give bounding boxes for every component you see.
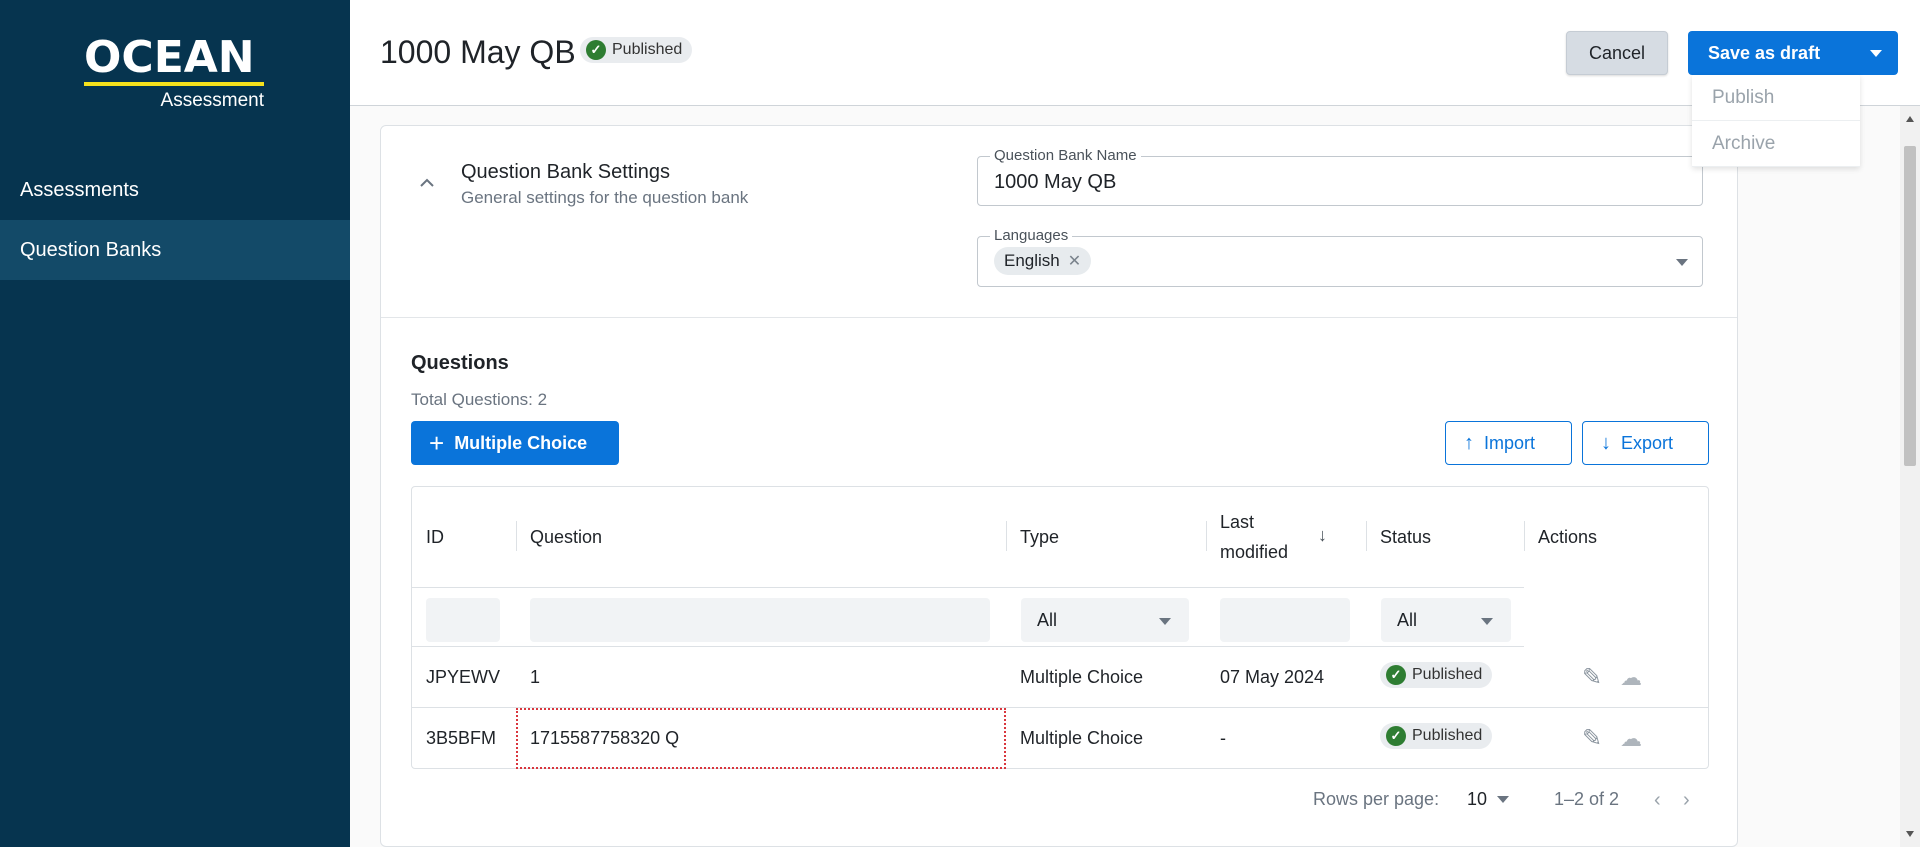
logo-subtitle: Assessment xyxy=(160,90,264,111)
save-as-draft-label: Save as draft xyxy=(1708,42,1821,63)
language-chip: English ✕ xyxy=(994,247,1092,275)
field-label: Languages xyxy=(990,227,1073,244)
status-filter-select[interactable]: All xyxy=(1381,598,1511,642)
sidebar-item-question-banks[interactable]: Question Banks xyxy=(0,220,350,280)
questions-total: Total Questions: 2 xyxy=(411,390,548,409)
cancel-button[interactable]: Cancel xyxy=(1566,31,1668,75)
save-options-menu: Publish Archive xyxy=(1692,75,1860,167)
export-label: Export xyxy=(1621,432,1674,453)
status-badge: ✓ Published xyxy=(580,37,693,63)
chevron-up-icon[interactable] xyxy=(419,172,435,193)
id-filter-input[interactable] xyxy=(426,598,500,642)
logo-brand: OCEAN xyxy=(84,32,255,83)
rows-per-page-label: Rows per page: xyxy=(1313,789,1440,809)
caret-down-icon xyxy=(1870,49,1882,57)
cell-type: Multiple Choice xyxy=(1020,728,1144,748)
filter-row: All All xyxy=(412,587,1524,647)
cell-id: 3B5BFM xyxy=(426,728,497,748)
cell-question[interactable]: 1715587758320 Q xyxy=(516,708,1006,769)
scroll-down-arrow-icon[interactable] xyxy=(1906,831,1914,837)
add-multiple-choice-button[interactable]: + Multiple Choice xyxy=(411,421,619,465)
cloud-upload-icon[interactable]: ☁ xyxy=(1620,726,1642,752)
scroll-thumb[interactable] xyxy=(1904,146,1916,466)
status-filter-value: All xyxy=(1397,609,1418,630)
rows-per-page-select[interactable]: 10 xyxy=(1467,789,1510,810)
cloud-upload-icon[interactable]: ☁ xyxy=(1620,665,1642,691)
column-header-question[interactable]: Question xyxy=(516,487,1006,587)
sidebar: OCEAN Assessment Assessments Question Ba… xyxy=(0,0,350,847)
cell-question[interactable]: 1 xyxy=(516,647,1006,708)
page-header: 1000 May QB ✓ Published Cancel Save as d… xyxy=(350,0,1920,106)
add-multiple-choice-label: Multiple Choice xyxy=(454,432,588,453)
sidebar-item-label: Assessments xyxy=(20,178,139,201)
last-modified-filter-input[interactable] xyxy=(1220,598,1350,642)
questions-title: Questions xyxy=(411,352,509,374)
questions-table: ID Question Type Last modified ↓ Status … xyxy=(411,486,1709,769)
languages-field[interactable]: Languages English ✕ xyxy=(977,227,1703,287)
menu-item-archive[interactable]: Archive xyxy=(1692,121,1860,167)
settings-title: Question Bank Settings xyxy=(461,161,671,183)
caret-down-icon xyxy=(1497,796,1510,803)
menu-item-publish[interactable]: Publish xyxy=(1692,75,1860,121)
chevron-left-icon[interactable]: ‹ xyxy=(1654,789,1661,812)
table-row[interactable]: 3B5BFM 1715587758320 Q Multiple Choice -… xyxy=(412,708,1708,769)
close-icon[interactable]: ✕ xyxy=(1068,251,1081,271)
question-bank-name-field[interactable]: Question Bank Name 1000 May QB xyxy=(977,147,1703,206)
cell-id: JPYEWV xyxy=(426,667,501,687)
status-badge-label: Published xyxy=(1412,666,1483,683)
caret-down-icon xyxy=(1159,618,1171,625)
field-label: Question Bank Name xyxy=(990,147,1141,164)
save-options-toggle[interactable] xyxy=(1854,31,1898,75)
page-title: 1000 May QB xyxy=(380,34,576,70)
sort-arrow-down-icon[interactable]: ↓ xyxy=(1318,525,1327,546)
status-badge-label: Published xyxy=(1412,727,1483,744)
cell-last-modified: - xyxy=(1220,728,1226,748)
question-bank-name-input[interactable]: 1000 May QB xyxy=(994,171,1116,194)
edit-pencil-icon[interactable]: ✎ xyxy=(1582,663,1602,692)
sidebar-item-assessments[interactable]: Assessments xyxy=(0,160,350,220)
import-button[interactable]: ↑ Import xyxy=(1445,421,1572,465)
language-chip-label: English xyxy=(1004,251,1060,270)
status-badge: ✓ Published xyxy=(1380,662,1493,688)
chevron-right-icon[interactable]: › xyxy=(1683,789,1690,812)
save-as-draft-button[interactable]: Save as draft xyxy=(1688,31,1898,75)
arrow-up-icon: ↑ xyxy=(1464,431,1474,454)
plus-icon: + xyxy=(429,428,445,458)
status-badge-label: Published xyxy=(612,41,683,58)
check-circle-icon: ✓ xyxy=(586,40,606,60)
check-circle-icon: ✓ xyxy=(1386,726,1406,746)
column-header-id[interactable]: ID xyxy=(412,487,512,587)
status-badge: ✓ Published xyxy=(1380,723,1493,749)
sidebar-item-label: Question Banks xyxy=(20,238,162,261)
pagination-range: 1–2 of 2 xyxy=(1554,789,1620,809)
section-divider xyxy=(381,317,1737,318)
export-button[interactable]: ↓ Export xyxy=(1582,421,1709,465)
vertical-scrollbar[interactable] xyxy=(1900,106,1920,847)
type-filter-value: All xyxy=(1037,609,1058,630)
edit-pencil-icon[interactable]: ✎ xyxy=(1582,724,1602,753)
arrow-down-icon: ↓ xyxy=(1601,431,1611,454)
column-header-last-modified[interactable]: Last modified xyxy=(1206,487,1316,587)
question-filter-input[interactable] xyxy=(530,598,990,642)
caret-down-icon xyxy=(1481,618,1493,625)
check-circle-icon: ✓ xyxy=(1386,665,1406,685)
import-label: Import xyxy=(1484,432,1536,453)
column-header-type[interactable]: Type xyxy=(1006,487,1206,587)
column-header-actions: Actions xyxy=(1538,526,1598,547)
table-row[interactable]: JPYEWV 1 Multiple Choice 07 May 2024 ✓ P… xyxy=(412,647,1708,708)
question-bank-card: Question Bank Settings General settings … xyxy=(380,125,1738,847)
column-header-status[interactable]: Status xyxy=(1366,487,1522,587)
cell-type: Multiple Choice xyxy=(1020,667,1144,687)
type-filter-select[interactable]: All xyxy=(1021,598,1189,642)
rows-per-page-value: 10 xyxy=(1467,789,1488,809)
scroll-up-arrow-icon[interactable] xyxy=(1906,116,1914,122)
cell-last-modified: 07 May 2024 xyxy=(1220,667,1325,687)
caret-down-icon[interactable] xyxy=(1676,259,1688,266)
ocean-logo[interactable]: OCEAN Assessment xyxy=(84,36,266,112)
settings-subtitle: General settings for the question bank xyxy=(461,188,749,207)
